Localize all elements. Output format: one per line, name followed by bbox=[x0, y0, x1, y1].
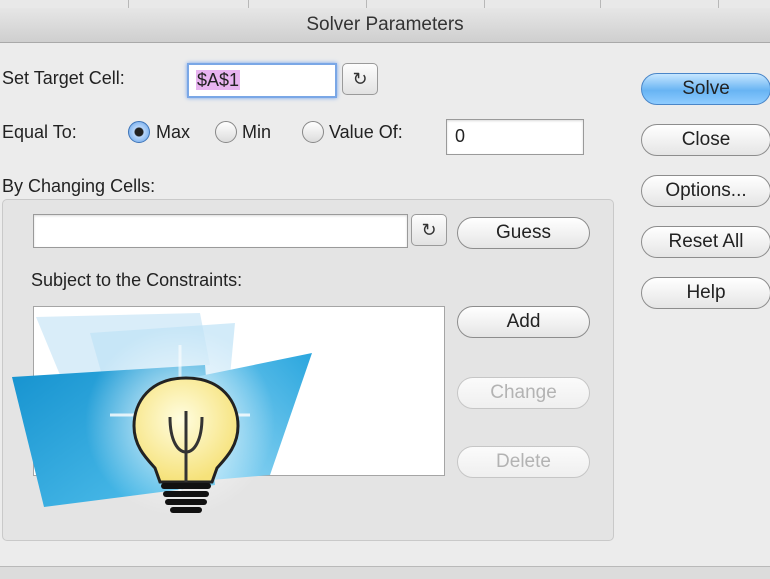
target-cell-input[interactable]: $A$1 bbox=[187, 63, 337, 98]
changing-cells-input[interactable] bbox=[33, 214, 408, 248]
min-label: Min bbox=[242, 122, 272, 142]
add-button[interactable]: Add bbox=[457, 306, 590, 338]
options-button[interactable]: Options... bbox=[641, 175, 770, 207]
value-of-label: Value Of: bbox=[329, 122, 403, 142]
constraints-label: Subject to the Constraints: bbox=[31, 270, 243, 290]
value-of-input[interactable]: 0 bbox=[446, 119, 584, 155]
title-bar: Solver Parameters bbox=[0, 8, 770, 43]
changing-collapse-button[interactable]: ↻ bbox=[411, 214, 447, 246]
collapse-dialog-icon: ↻ bbox=[352, 69, 368, 89]
help-button[interactable]: Help bbox=[641, 277, 770, 309]
changing-cells-label: By Changing Cells: bbox=[2, 176, 156, 196]
guess-button[interactable]: Guess bbox=[457, 217, 590, 249]
reset-all-button[interactable]: Reset All bbox=[641, 226, 770, 258]
value-of-radio[interactable] bbox=[302, 121, 324, 143]
close-button[interactable]: Close bbox=[641, 124, 770, 156]
collapse-dialog-icon: ↻ bbox=[421, 220, 437, 240]
equal-to-label: Equal To: bbox=[2, 122, 77, 142]
lightbulb-icon bbox=[12, 313, 312, 517]
solve-button[interactable]: Solve bbox=[641, 73, 770, 105]
window-title: Solver Parameters bbox=[306, 14, 464, 35]
delete-button[interactable]: Delete bbox=[457, 446, 590, 478]
target-collapse-button[interactable]: ↻ bbox=[342, 63, 378, 95]
target-cell-label: Set Target Cell: bbox=[2, 68, 125, 88]
max-label: Max bbox=[156, 122, 191, 142]
min-radio[interactable] bbox=[215, 121, 237, 143]
change-button[interactable]: Change bbox=[457, 377, 590, 409]
target-cell-value: $A$1 bbox=[196, 70, 241, 90]
max-radio[interactable] bbox=[128, 121, 150, 143]
background-spreadsheet-strip-bottom bbox=[0, 566, 770, 579]
